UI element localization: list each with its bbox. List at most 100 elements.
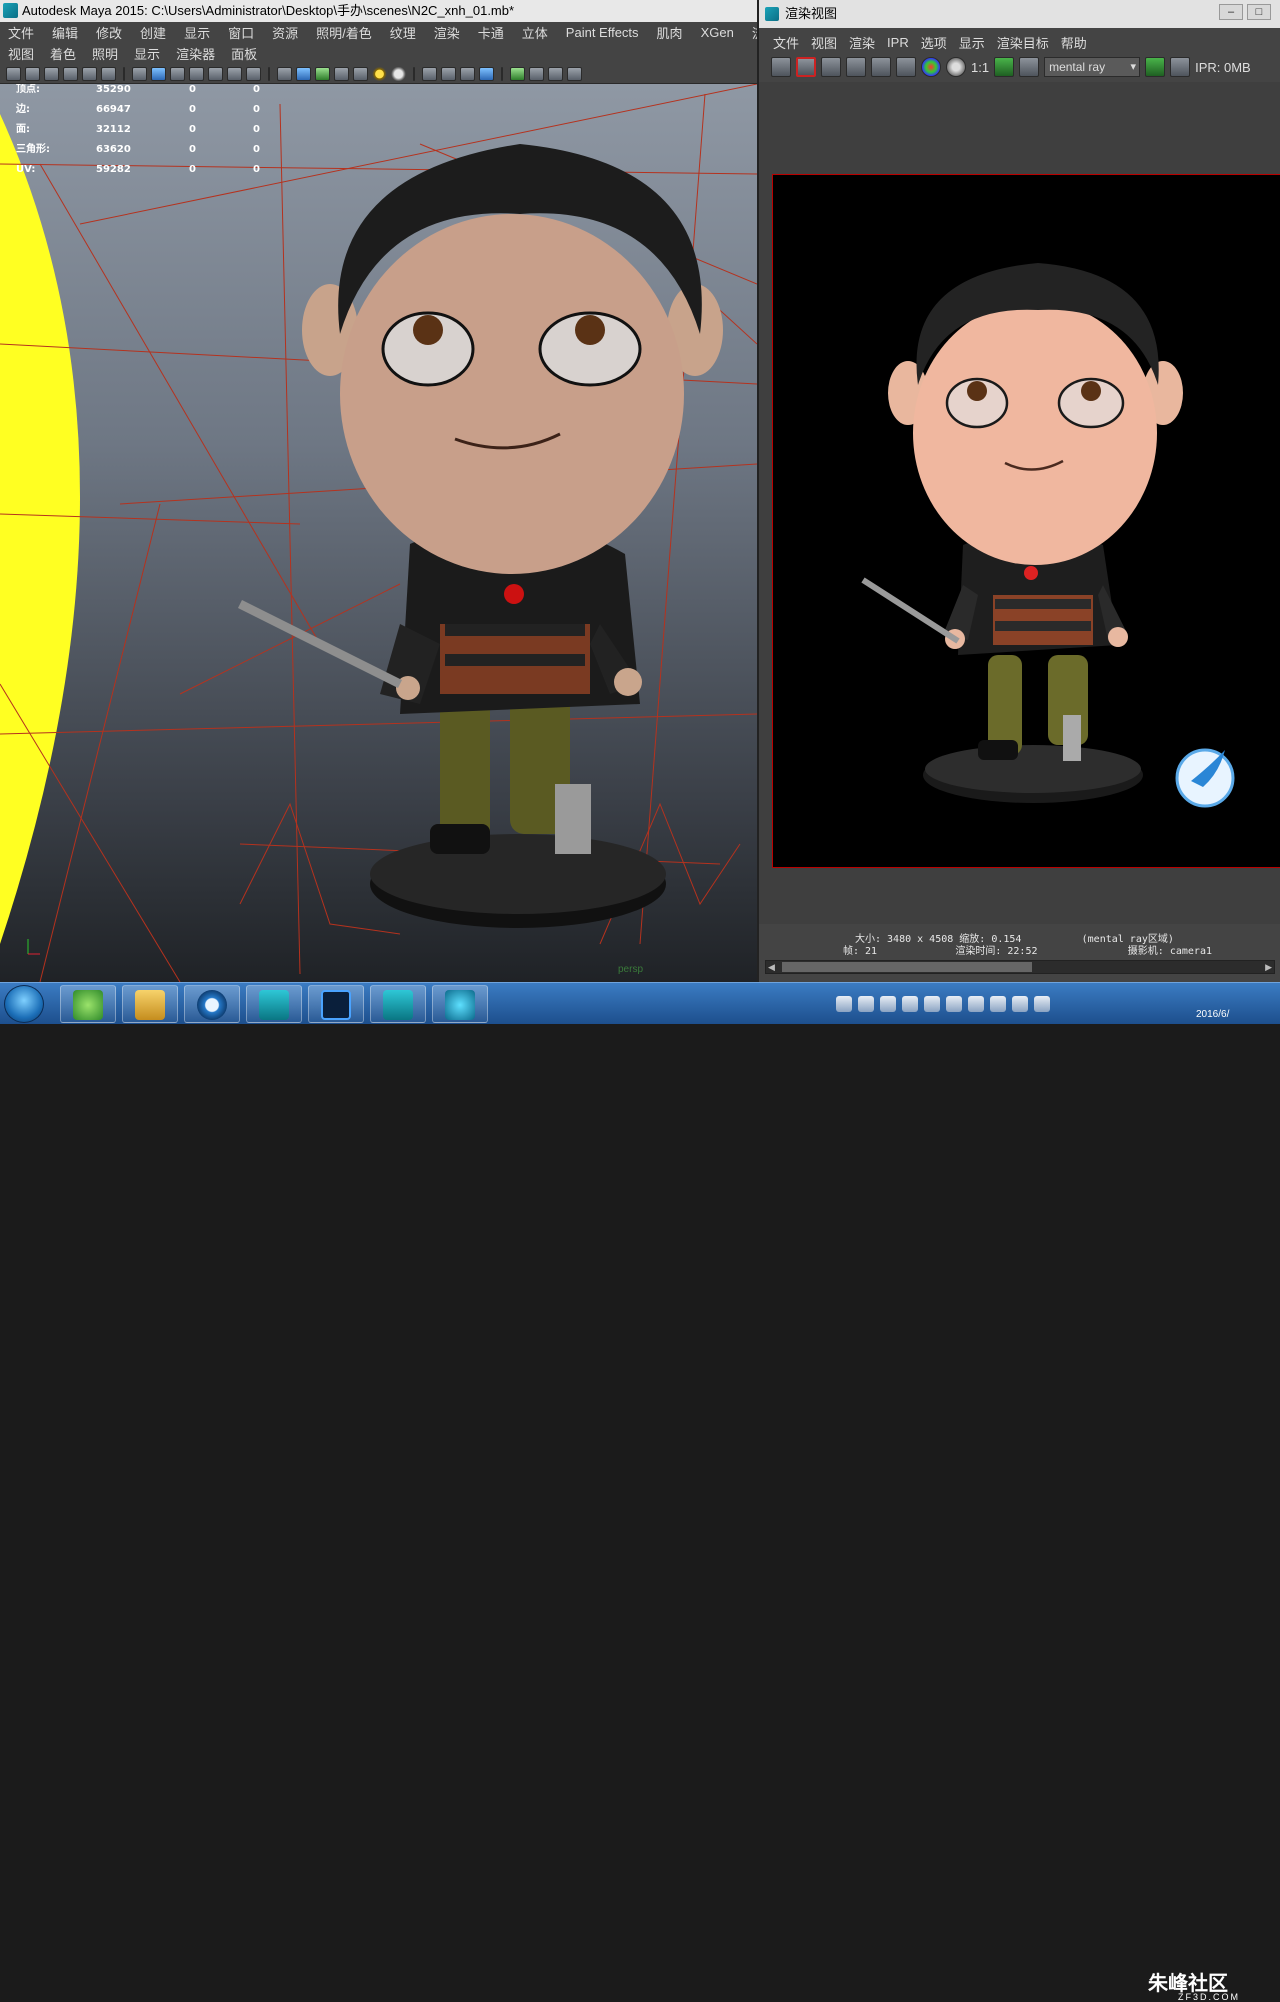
- menu-modify[interactable]: 修改: [88, 23, 132, 42]
- render-region-icon[interactable]: [796, 57, 816, 77]
- layout-icon[interactable]: [548, 66, 563, 81]
- cube-outline-icon[interactable]: [529, 66, 544, 81]
- menu-display[interactable]: 显示: [176, 23, 220, 42]
- ambient-occlusion-icon[interactable]: [441, 66, 456, 81]
- taskbar-maya[interactable]: [246, 985, 302, 1023]
- menu-muscle[interactable]: 肌肉: [649, 23, 693, 42]
- start-button[interactable]: [4, 985, 44, 1023]
- menu-lighting-shading[interactable]: 照明/着色: [308, 23, 382, 42]
- rv-menu-ipr[interactable]: IPR: [881, 35, 915, 50]
- rv-menu-render-target[interactable]: 渲染目标: [991, 33, 1055, 52]
- wireframe-on-shaded-icon[interactable]: [170, 66, 185, 81]
- redo-render-icon[interactable]: [771, 57, 791, 77]
- restore-button[interactable]: □: [1247, 4, 1271, 20]
- menu-xgen[interactable]: XGen: [693, 25, 744, 40]
- textured-icon[interactable]: [208, 66, 223, 81]
- menu-create[interactable]: 创建: [132, 23, 176, 42]
- scroll-left-arrow[interactable]: ◀: [768, 961, 775, 973]
- keyboard-icon[interactable]: [836, 996, 852, 1012]
- text-annotation-icon[interactable]: [246, 66, 261, 81]
- speaker-icon[interactable]: [990, 996, 1006, 1012]
- menu-texturing[interactable]: 纹理: [382, 23, 426, 42]
- panel-menu-view[interactable]: 视图: [0, 44, 42, 63]
- taskbar-maya-2[interactable]: [370, 985, 426, 1023]
- render-view-titlebar[interactable]: 渲染视图 – □: [759, 0, 1280, 28]
- smooth-shade-icon[interactable]: [151, 66, 166, 81]
- ipr-tune-icon[interactable]: [1145, 57, 1166, 77]
- rv-menu-options[interactable]: 选项: [915, 33, 953, 52]
- xray-icon[interactable]: [189, 66, 204, 81]
- taskbar-explorer[interactable]: [122, 985, 178, 1023]
- menu-file[interactable]: 文件: [0, 23, 44, 42]
- input-method-icon[interactable]: [880, 996, 896, 1012]
- network-icon[interactable]: [902, 996, 918, 1012]
- alpha-channel-icon[interactable]: [946, 57, 966, 77]
- menu-pipeline-cache[interactable]: 流水线缓存: [744, 23, 757, 42]
- film-gate-icon[interactable]: [101, 66, 116, 81]
- shadow-icon[interactable]: [422, 66, 437, 81]
- share-icon[interactable]: [567, 66, 582, 81]
- scroll-thumb[interactable]: [782, 962, 1032, 972]
- light-bulb-icon[interactable]: [372, 66, 387, 81]
- help-icon[interactable]: [858, 996, 874, 1012]
- checker-icon[interactable]: [353, 66, 368, 81]
- flag-icon[interactable]: [1034, 996, 1050, 1012]
- use-all-lights-icon[interactable]: [227, 66, 242, 81]
- wireframe-icon[interactable]: [132, 66, 147, 81]
- scroll-right-arrow[interactable]: ▶: [1265, 961, 1272, 973]
- refresh-icon[interactable]: [871, 57, 891, 77]
- taskbar-photoshop[interactable]: [308, 985, 364, 1023]
- panel-menu-lighting[interactable]: 照明: [84, 44, 126, 63]
- rv-menu-display[interactable]: 显示: [953, 33, 991, 52]
- panel-menu-shading[interactable]: 着色: [42, 44, 84, 63]
- image-plane-icon[interactable]: [63, 66, 78, 81]
- menu-toon[interactable]: 卡通: [470, 23, 514, 42]
- rv-menu-view[interactable]: 视图: [805, 33, 843, 52]
- remove-image-icon[interactable]: [1019, 57, 1040, 77]
- panel-menu-renderer[interactable]: 渲染器: [168, 44, 223, 63]
- cube-icon[interactable]: [296, 66, 311, 81]
- render-image-area[interactable]: [759, 82, 1280, 924]
- rgb-channels-icon[interactable]: [921, 57, 941, 77]
- rv-menu-help[interactable]: 帮助: [1055, 33, 1093, 52]
- menu-stereo[interactable]: 立体: [514, 23, 558, 42]
- highlight-icon[interactable]: [315, 66, 330, 81]
- render-horizontal-scrollbar[interactable]: ◀ ▶: [765, 960, 1275, 974]
- menu-assets[interactable]: 资源: [264, 23, 308, 42]
- maya-titlebar[interactable]: Autodesk Maya 2015: C:\Users\Administrat…: [0, 0, 757, 22]
- security-icon[interactable]: [924, 996, 940, 1012]
- layers-icon[interactable]: [896, 57, 916, 77]
- menu-render[interactable]: 渲染: [426, 23, 470, 42]
- ipr-render-icon[interactable]: [846, 57, 866, 77]
- rv-menu-render[interactable]: 渲染: [843, 33, 881, 52]
- clock-date[interactable]: 2016/6/: [1196, 1009, 1229, 1020]
- perspective-viewport[interactable]: 顶点: 35290 0 0 边: 66947 0 0 面: 32112 0 0 …: [0, 84, 757, 982]
- motion-blur-icon[interactable]: [460, 66, 475, 81]
- sphere-icon[interactable]: [391, 66, 406, 81]
- menu-edit[interactable]: 编辑: [44, 23, 88, 42]
- pause-icon[interactable]: [1170, 57, 1191, 77]
- real-size-button[interactable]: 1:1: [971, 60, 989, 75]
- minimize-button[interactable]: –: [1219, 4, 1243, 20]
- rv-menu-file[interactable]: 文件: [767, 33, 805, 52]
- taskbar-ie[interactable]: [60, 985, 116, 1023]
- snapshot-icon[interactable]: [821, 57, 841, 77]
- panel-menu-show[interactable]: 显示: [126, 44, 168, 63]
- camera-attributes-icon[interactable]: [25, 66, 40, 81]
- anti-alias-icon[interactable]: [479, 66, 494, 81]
- menu-window[interactable]: 窗口: [220, 23, 264, 42]
- grease-pencil-icon[interactable]: [82, 66, 97, 81]
- menu-paint-effects[interactable]: Paint Effects: [558, 25, 649, 40]
- taskbar-quicktime[interactable]: [184, 985, 240, 1023]
- chat-icon[interactable]: [1012, 996, 1028, 1012]
- backface-icon[interactable]: [334, 66, 349, 81]
- isolate-select-icon[interactable]: [277, 66, 292, 81]
- resolution-gate-icon[interactable]: [510, 66, 525, 81]
- bookmarks-icon[interactable]: [44, 66, 59, 81]
- monitor-icon[interactable]: [968, 996, 984, 1012]
- keep-image-icon[interactable]: [994, 57, 1015, 77]
- panel-menu-panels[interactable]: 面板: [223, 44, 265, 63]
- select-camera-icon[interactable]: [6, 66, 21, 81]
- renderer-dropdown[interactable]: mental ray: [1044, 57, 1141, 77]
- taskbar-media[interactable]: [432, 985, 488, 1023]
